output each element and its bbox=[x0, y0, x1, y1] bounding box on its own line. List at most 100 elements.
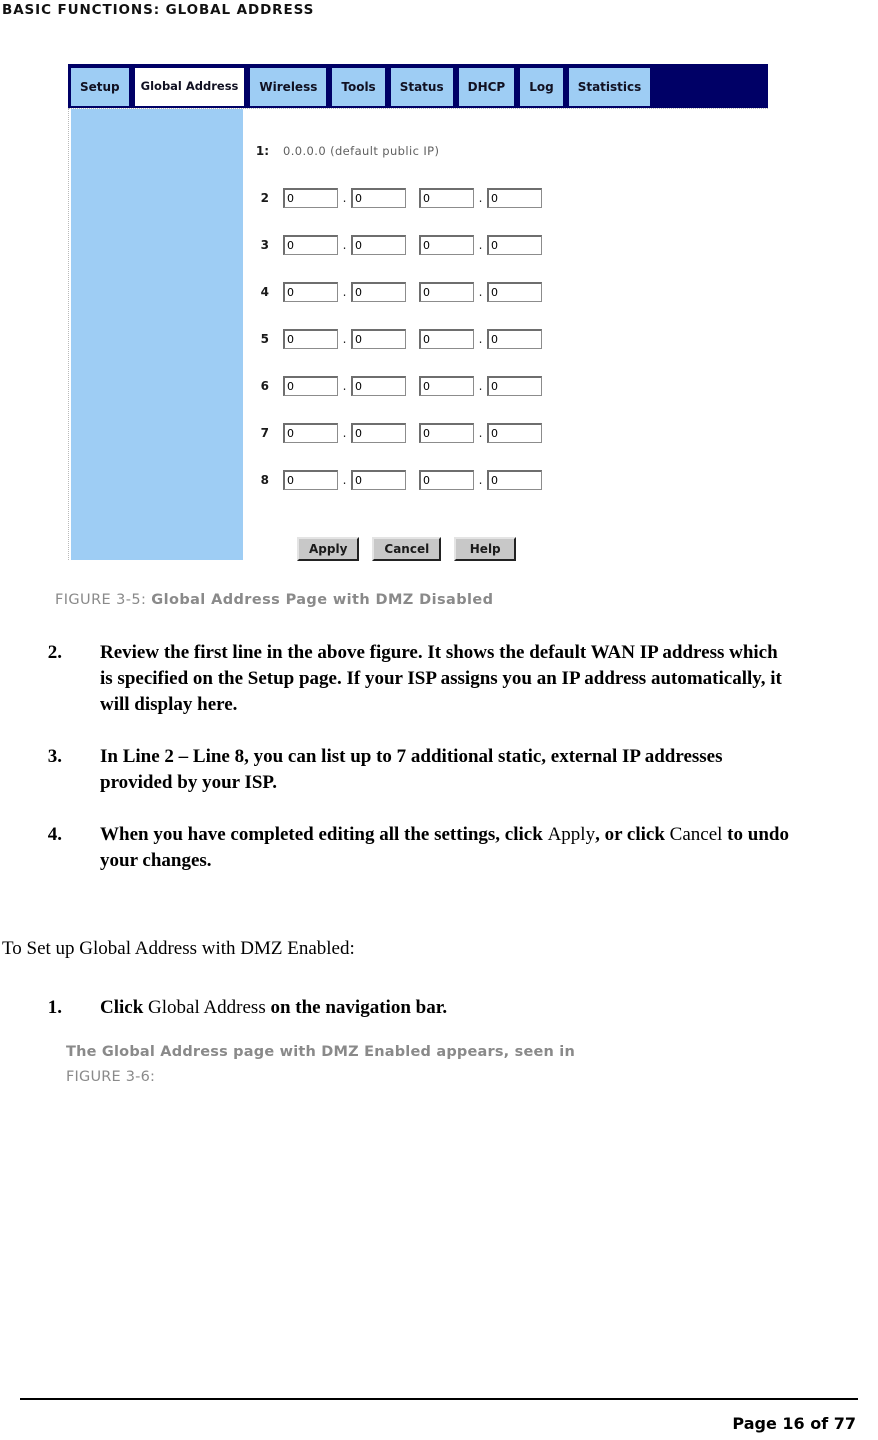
navbar-filler bbox=[653, 66, 768, 108]
step-text-cancel: Cancel bbox=[669, 824, 723, 845]
ip-octet-input[interactable] bbox=[487, 469, 542, 490]
global-address-form: 1: 0.0.0.0 (default public IP) 2 . . 3 bbox=[243, 109, 768, 561]
figure-reference-note: The Global Address page with DMZ Enabled… bbox=[66, 1040, 706, 1090]
router-navigation-bar: Setup Global Address Wireless Tools Stat… bbox=[68, 64, 768, 108]
ip-octet-input[interactable] bbox=[487, 281, 542, 302]
row-number-7: 7 bbox=[260, 425, 269, 440]
step-number: 3. bbox=[47, 746, 62, 767]
note-line-1: The Global Address page with DMZ Enabled… bbox=[66, 1044, 575, 1060]
ip-octet-input[interactable] bbox=[419, 375, 474, 396]
step-text-segment: on the navigation bar. bbox=[265, 997, 448, 1018]
step-text-global-address: Global Address bbox=[148, 997, 266, 1018]
ip-octet-input[interactable] bbox=[419, 422, 474, 443]
ip-octet-input[interactable] bbox=[351, 422, 406, 443]
ip-octet-input[interactable] bbox=[283, 469, 338, 490]
router-page-body: 1: 0.0.0.0 (default public IP) 2 . . 3 bbox=[68, 108, 768, 561]
note-line-2: FIGURE 3-6: bbox=[66, 1069, 156, 1085]
ip-dot-separator: . bbox=[342, 378, 347, 393]
nav-tab-global-address[interactable]: Global Address bbox=[132, 68, 247, 106]
ip-octet-input[interactable] bbox=[487, 187, 542, 208]
ip-octet-input[interactable] bbox=[419, 281, 474, 302]
step-text: In Line 2 – Line 8, you can list up to 7… bbox=[100, 744, 790, 796]
router-sidebar-panel bbox=[69, 109, 243, 560]
step-text-segment: In Line 2 – Line 8, you can list up to 7… bbox=[100, 746, 723, 793]
page-number: Page 16 of 77 bbox=[732, 1414, 856, 1433]
cancel-button[interactable]: Cancel bbox=[372, 537, 442, 561]
nav-tab-log[interactable]: Log bbox=[518, 68, 565, 106]
step-number: 4. bbox=[47, 824, 62, 845]
ip-dot-separator: . bbox=[478, 331, 483, 346]
list-item: 2. Review the first line in the above fi… bbox=[0, 640, 878, 718]
list-item: 1. Click Global Address on the navigatio… bbox=[0, 995, 878, 1021]
ip-dot-separator: . bbox=[342, 331, 347, 346]
ip-octet-input[interactable] bbox=[351, 234, 406, 255]
row-number-2: 2 bbox=[260, 190, 269, 205]
row-number-3: 3 bbox=[260, 237, 269, 252]
ip-octet-input[interactable] bbox=[283, 234, 338, 255]
figure-caption-title: Global Address Page with DMZ Disabled bbox=[151, 592, 494, 608]
step-text: Review the first line in the above figur… bbox=[100, 640, 790, 718]
ip-octet-input[interactable] bbox=[487, 375, 542, 396]
ip-dot-separator: . bbox=[342, 472, 347, 487]
ip-dot-separator: . bbox=[342, 425, 347, 440]
nav-tab-wireless[interactable]: Wireless bbox=[248, 68, 329, 106]
row-number-4: 4 bbox=[260, 284, 269, 299]
ip-octet-input[interactable] bbox=[283, 422, 338, 443]
step-text: Click Global Address on the navigation b… bbox=[100, 995, 790, 1021]
ip-octet-input[interactable] bbox=[351, 328, 406, 349]
step-text: When you have completed editing all the … bbox=[100, 822, 790, 874]
global-address-row-2: 2 . . bbox=[243, 174, 768, 221]
ip-octet-input[interactable] bbox=[283, 375, 338, 396]
figure-global-address-dmz-disabled: Setup Global Address Wireless Tools Stat… bbox=[68, 64, 768, 561]
form-action-buttons: Apply Cancel Help bbox=[243, 537, 768, 561]
apply-button[interactable]: Apply bbox=[297, 537, 360, 561]
ip-octet-input[interactable] bbox=[351, 469, 406, 490]
ip-dot-separator: . bbox=[342, 284, 347, 299]
running-header: BASIC FUNCTIONS: GLOBAL ADDRESS bbox=[2, 2, 315, 18]
ip-octet-input[interactable] bbox=[419, 469, 474, 490]
ip-octet-input[interactable] bbox=[487, 234, 542, 255]
global-address-row-8: 8 . . bbox=[243, 456, 768, 503]
ip-octet-input[interactable] bbox=[351, 375, 406, 396]
ip-octet-input[interactable] bbox=[419, 234, 474, 255]
ip-dot-separator: . bbox=[478, 284, 483, 299]
step-text-segment: , or click bbox=[595, 824, 670, 845]
ip-octet-input[interactable] bbox=[487, 328, 542, 349]
nav-tab-status[interactable]: Status bbox=[388, 68, 455, 106]
ip-dot-separator: . bbox=[342, 237, 347, 252]
global-address-row-3: 3 . . bbox=[243, 221, 768, 268]
ip-octet-input[interactable] bbox=[419, 187, 474, 208]
nav-tab-dhcp[interactable]: DHCP bbox=[456, 68, 517, 106]
ip-octet-input[interactable] bbox=[351, 187, 406, 208]
global-address-row-4: 4 . . bbox=[243, 268, 768, 315]
step-text-segment: When you have completed editing all the … bbox=[100, 824, 548, 845]
nav-tab-setup[interactable]: Setup bbox=[69, 68, 131, 106]
nav-tab-tools[interactable]: Tools bbox=[330, 68, 387, 106]
ip-octet-input[interactable] bbox=[351, 281, 406, 302]
row-number-1: 1: bbox=[255, 143, 269, 158]
row-number-6: 6 bbox=[260, 378, 269, 393]
ip-octet-input[interactable] bbox=[283, 187, 338, 208]
ip-octet-input[interactable] bbox=[283, 281, 338, 302]
ip-dot-separator: . bbox=[478, 190, 483, 205]
ip-octet-input[interactable] bbox=[419, 328, 474, 349]
global-address-row-7: 7 . . bbox=[243, 409, 768, 456]
procedure-steps-dmz-disabled: 2. Review the first line in the above fi… bbox=[0, 640, 878, 900]
nav-tab-statistics[interactable]: Statistics bbox=[566, 68, 653, 106]
help-button[interactable]: Help bbox=[454, 537, 517, 561]
global-address-row-5: 5 . . bbox=[243, 315, 768, 362]
row-number-5: 5 bbox=[260, 331, 269, 346]
figure-caption: FIGURE 3-5: Global Address Page with DMZ… bbox=[55, 592, 493, 608]
step-text-segment: Review the first line in the above figur… bbox=[100, 642, 782, 715]
step-text-apply: Apply bbox=[547, 824, 596, 845]
ip-octet-input[interactable] bbox=[283, 328, 338, 349]
ip-octet-input[interactable] bbox=[487, 422, 542, 443]
global-address-row-1: 1: 0.0.0.0 (default public IP) bbox=[243, 127, 768, 174]
default-wan-ip-text: 0.0.0.0 (default public IP) bbox=[283, 143, 440, 158]
row-number-8: 8 bbox=[260, 472, 269, 487]
list-item: 4. When you have completed editing all t… bbox=[0, 822, 878, 874]
router-web-ui: Setup Global Address Wireless Tools Stat… bbox=[68, 64, 768, 561]
footer-divider bbox=[20, 1398, 858, 1400]
lead-paragraph-dmz-enabled: To Set up Global Address with DMZ Enable… bbox=[2, 938, 355, 959]
step-text-segment: Click bbox=[100, 997, 149, 1018]
